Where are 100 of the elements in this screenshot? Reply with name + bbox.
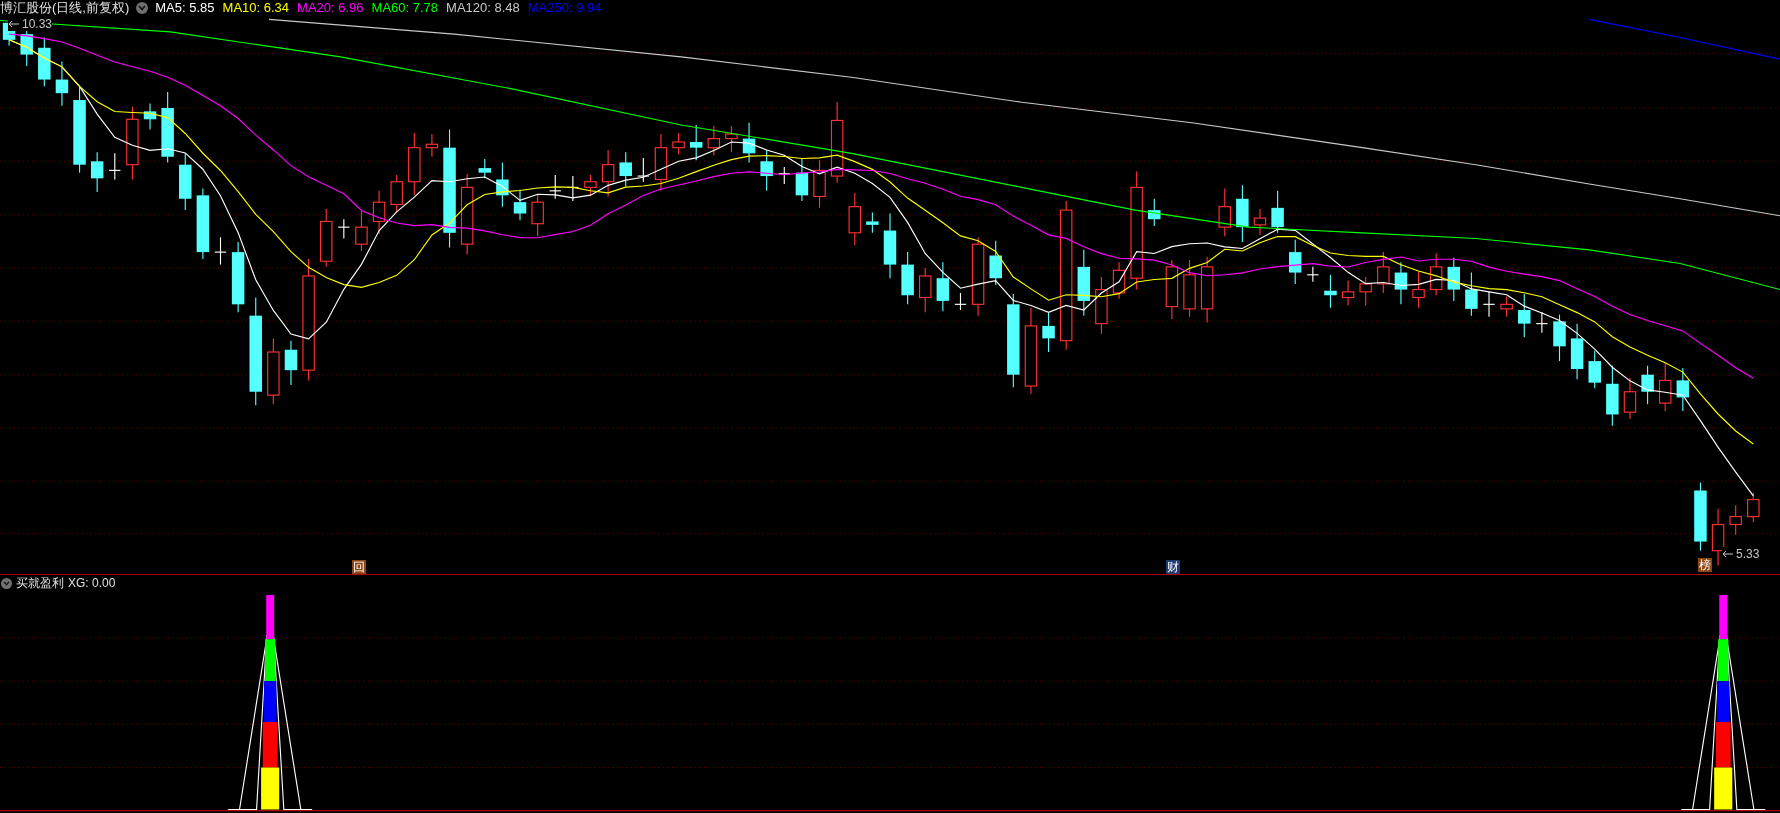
candlestick [108,152,122,181]
ma-legend-item: MA60: 7.78 [371,0,439,15]
candlestick [90,151,104,193]
candlestick [284,340,298,386]
candlestick [1324,274,1337,309]
candlestick [689,124,703,161]
candlestick [795,157,809,202]
candlestick [1570,323,1584,380]
candlestick [1271,190,1284,234]
candlestick [1694,482,1707,552]
ma-legend-item: MA10: 6.34 [222,0,290,15]
price-label: 5.33 [1736,547,1760,561]
dropdown-icon[interactable] [1,577,12,589]
event-badge[interactable]: 回 [352,560,366,574]
ma-legend-item: MA5: 5.85 [155,0,215,15]
candlestick [1341,279,1355,307]
candlestick [1747,492,1760,523]
candlestick [1289,239,1302,285]
candlestick [936,261,950,312]
candlestick [848,192,861,246]
candlestick [1553,314,1566,362]
candlestick [55,60,69,107]
candlestick [1253,208,1267,236]
candlestick [319,208,333,268]
candlestick [672,132,685,156]
candlestick [725,125,738,153]
candlestick [866,211,879,234]
candlestick [919,267,932,313]
candlestick [1200,256,1214,324]
candlestick [1641,365,1654,405]
candlestick [883,212,897,279]
arrow-icon [8,20,20,28]
candlestick [989,240,1002,286]
candlestick [1306,266,1320,283]
candlestick [1729,504,1742,536]
candlestick [1165,259,1179,320]
ma-legend-item: MA20: 6.96 [297,0,364,15]
candlestick [1042,311,1055,353]
candlestick [901,251,914,305]
candlestick [390,174,403,213]
candlestick [425,133,439,158]
candlestick [478,158,491,179]
dropdown-icon[interactable] [136,1,149,14]
candlestick [601,149,615,198]
candlestick [1606,365,1619,427]
candlestick [954,292,967,311]
candlestick [1236,184,1249,243]
arrow-icon [1722,550,1734,558]
candlestick [372,190,386,235]
candlestick [1148,198,1161,227]
candlestick [1500,295,1513,318]
candlestick [267,337,280,405]
candlestick [1482,291,1496,318]
stock-title: 博汇股份(日线,前复权) [0,0,130,15]
candlestick [1518,293,1531,338]
candlestick [637,157,650,183]
candlestick [231,241,245,313]
indicator-reading: XG: 0.00 [68,576,116,590]
candlestick [355,210,368,252]
candlestick [742,122,756,163]
candlestick [1658,362,1672,412]
candlestick [760,149,773,192]
candlestick [619,151,632,187]
ma-legend-item: MA250: 9.94 [527,0,602,15]
candlestick [337,218,351,240]
candlestick [1623,377,1637,420]
candlestick [38,37,51,87]
candlestick [496,161,509,208]
indicator-title: 买就盈利 [16,576,64,590]
candlestick [214,236,227,266]
candlestick [1077,249,1091,317]
candlestick [549,174,562,200]
candlestick [707,125,721,157]
candlestick [161,91,174,163]
candlestick [513,189,527,221]
candlestick [1377,251,1390,294]
candlestick [1429,252,1443,296]
candlestick [1112,261,1126,300]
candlestick [1465,272,1478,317]
candlestick [531,193,544,237]
candlestick [1359,276,1372,307]
candlestick [1095,276,1108,335]
event-badge[interactable]: 榜 [1698,558,1712,572]
price-label: 10.33 [22,17,53,31]
ma-legend-item: MA120: 8.48 [446,0,520,15]
candlestick [778,166,791,185]
candlestick [1394,261,1408,305]
candlestick [1183,259,1196,318]
candlestick [1412,270,1425,309]
candlestick [1535,311,1549,334]
event-badge[interactable]: 财 [1166,560,1180,574]
candlestick [1218,187,1231,237]
candlestick [1588,350,1601,389]
candlestick [408,132,421,196]
candlestick [1447,257,1461,302]
candlestick [1676,367,1690,412]
candlestick [179,152,192,211]
candlestick [143,102,157,131]
candlestick [813,159,826,209]
candlestick [654,133,668,192]
